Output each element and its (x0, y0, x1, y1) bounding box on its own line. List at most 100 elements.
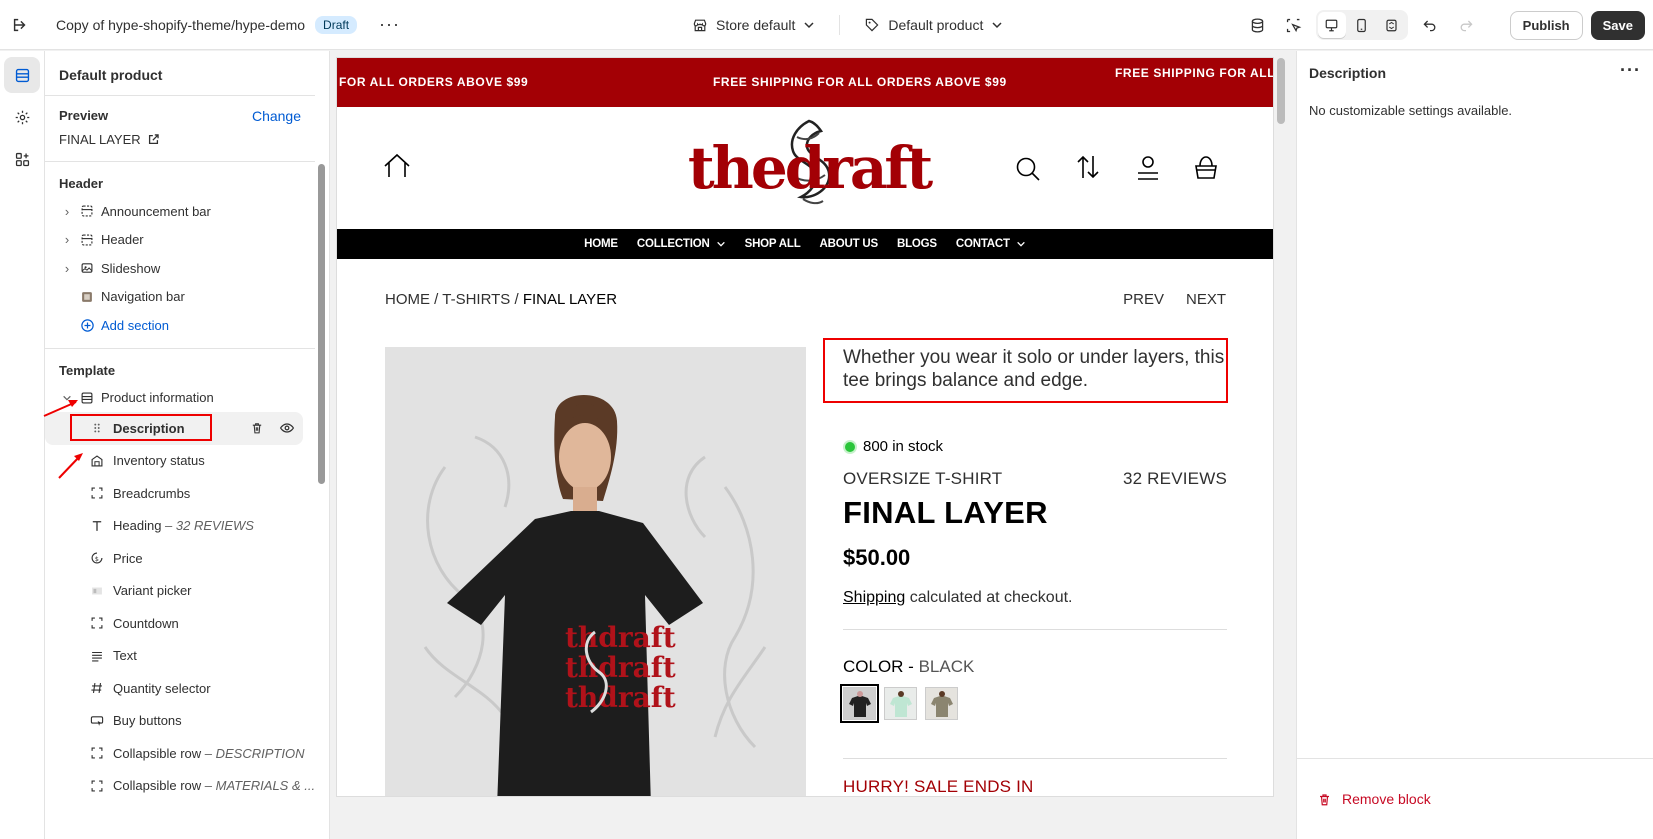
undo-button[interactable] (1416, 11, 1444, 39)
chevron-right-icon[interactable]: › (61, 261, 73, 276)
template-selector[interactable]: Default product (864, 17, 1003, 33)
sections-icon (15, 68, 29, 82)
swatch-black[interactable] (840, 684, 879, 723)
status-badge: Draft (315, 15, 358, 34)
block-description[interactable]: Description (45, 412, 303, 445)
cursor-select-icon (1287, 18, 1302, 32)
nav-shop-all[interactable]: SHOP ALL (745, 238, 801, 250)
block-label: Inventory status (113, 453, 205, 469)
section-navigation-bar[interactable]: Navigation bar (45, 283, 329, 312)
block-label: Countdown (113, 615, 179, 631)
section-product-information[interactable]: Product information (45, 384, 329, 413)
drag-handle-icon[interactable] (89, 420, 105, 436)
block-collapsible-row[interactable]: Collapsible row – MATERIALS & ... (45, 770, 329, 803)
fullscreen-view-button[interactable] (1378, 12, 1406, 38)
section-label: Announcement bar (101, 203, 211, 219)
block-countdown[interactable]: Countdown (45, 607, 329, 640)
nav-blogs[interactable]: BLOGS (897, 238, 937, 250)
block-variant-picker[interactable]: Variant picker (45, 575, 329, 608)
reviews-count[interactable]: 32 REVIEWS (1123, 469, 1227, 489)
swatch-mint[interactable] (884, 687, 917, 720)
search-icon[interactable] (1015, 156, 1041, 182)
block-price[interactable]: $ Price (45, 542, 329, 575)
nav-contact[interactable]: CONTACT (956, 238, 1026, 250)
block-collapsible-row[interactable]: Collapsible row – DESCRIPTION (45, 737, 329, 770)
cart-icon[interactable] (1193, 154, 1219, 180)
redo-button[interactable] (1452, 11, 1480, 39)
desktop-view-button[interactable] (1317, 12, 1346, 38)
nav-about-us[interactable]: ABOUT US (820, 238, 879, 250)
svg-text:$: $ (95, 556, 99, 563)
more-options-button[interactable]: ··· (1620, 61, 1641, 81)
breadcrumb-category[interactable]: T-SHIRTS (442, 291, 510, 308)
theme-title: Copy of hype-shopify-theme/hype-demo (56, 16, 306, 33)
more-actions-button[interactable]: ··· (379, 14, 400, 35)
model-tshirt-illustration: thdraft thdraft thdraft (423, 394, 767, 796)
announcement-bar: FOR ALL ORDERS ABOVE $99 FREE SHIPPING F… (337, 58, 1273, 107)
breadcrumb-separator: / (510, 291, 523, 308)
store-logo[interactable]: thedraft (688, 115, 933, 221)
store-selector-label: Store default (716, 17, 796, 33)
divider (839, 15, 841, 35)
store-header: thedraft (337, 107, 1273, 229)
prev-link[interactable]: PREV (1123, 291, 1164, 308)
theme-settings-tab[interactable] (4, 99, 40, 135)
swatch-olive[interactable] (925, 687, 958, 720)
block-sublabel: DESCRIPTION (215, 745, 305, 761)
product-description[interactable]: Whether you wear it solo or under layers… (843, 346, 1227, 392)
block-label: Collapsible row (113, 778, 202, 794)
block-text[interactable]: Text (45, 640, 329, 673)
block-breadcrumbs[interactable]: Breadcrumbs (45, 477, 329, 510)
change-preview-link[interactable]: Change (252, 108, 301, 124)
remove-block-button[interactable]: Remove block (1297, 758, 1653, 839)
stock-label: 800 in stock (863, 438, 944, 455)
template-selector-label: Default product (888, 17, 984, 33)
publish-button[interactable]: Publish (1509, 10, 1583, 40)
exit-button[interactable] (0, 0, 40, 50)
mobile-view-button[interactable] (1348, 12, 1376, 38)
account-icon[interactable] (1135, 155, 1161, 181)
block-label: Text (113, 648, 137, 664)
undo-icon (1423, 20, 1436, 32)
sort-icon[interactable] (1075, 154, 1101, 180)
block-inventory-status[interactable]: Inventory status (45, 445, 329, 478)
logo-text: thedraft (687, 134, 933, 202)
svg-text:thdraft: thdraft (565, 651, 676, 684)
next-link[interactable]: NEXT (1186, 291, 1226, 308)
panel-scrollbar[interactable] (318, 164, 325, 484)
inventory-status: 800 in stock (843, 438, 1227, 455)
nav-collection[interactable]: COLLECTION (637, 238, 726, 250)
nav-home[interactable]: HOME (584, 238, 618, 250)
home-icon[interactable] (383, 153, 411, 179)
section-slideshow[interactable]: › Slideshow (45, 254, 329, 283)
block-frame-icon (89, 745, 105, 761)
preview-product[interactable]: FINAL LAYER (59, 132, 301, 147)
breadcrumb-home[interactable]: HOME (385, 291, 430, 308)
preview-scrollbar[interactable] (1277, 58, 1285, 124)
toggle-visibility-button[interactable] (279, 420, 295, 436)
block-label: Breadcrumbs (113, 485, 191, 501)
chevron-right-icon[interactable]: › (61, 204, 73, 219)
section-announcement-bar[interactable]: › Announcement bar (45, 197, 329, 226)
delete-block-button[interactable] (249, 420, 265, 436)
sections-tab[interactable] (4, 57, 40, 93)
block-quantity-selector[interactable]: Quantity selector (45, 672, 329, 705)
store-selector[interactable]: Store default (692, 17, 815, 33)
add-section-button[interactable]: Add section (45, 311, 329, 340)
inspector-button[interactable] (1280, 11, 1308, 39)
block-separator: – (201, 745, 216, 761)
product-image[interactable]: thdraft thdraft thdraft (385, 347, 806, 796)
trash-icon (252, 423, 262, 434)
expand-icon (1386, 19, 1397, 31)
exit-icon (13, 18, 26, 31)
section-header[interactable]: › Header (45, 226, 329, 255)
theme-data-button[interactable] (1244, 11, 1272, 39)
apps-tab[interactable] (4, 141, 40, 177)
save-button[interactable]: Save (1590, 10, 1645, 40)
shipping-link[interactable]: Shipping (843, 589, 905, 606)
block-buy-buttons[interactable]: Buy buttons (45, 705, 329, 738)
block-heading[interactable]: Heading – 32 REVIEWS (45, 510, 329, 543)
settings-title: Description (1309, 65, 1387, 81)
chevron-right-icon[interactable]: › (61, 232, 73, 247)
product-info: Whether you wear it solo or under layers… (840, 346, 1227, 796)
